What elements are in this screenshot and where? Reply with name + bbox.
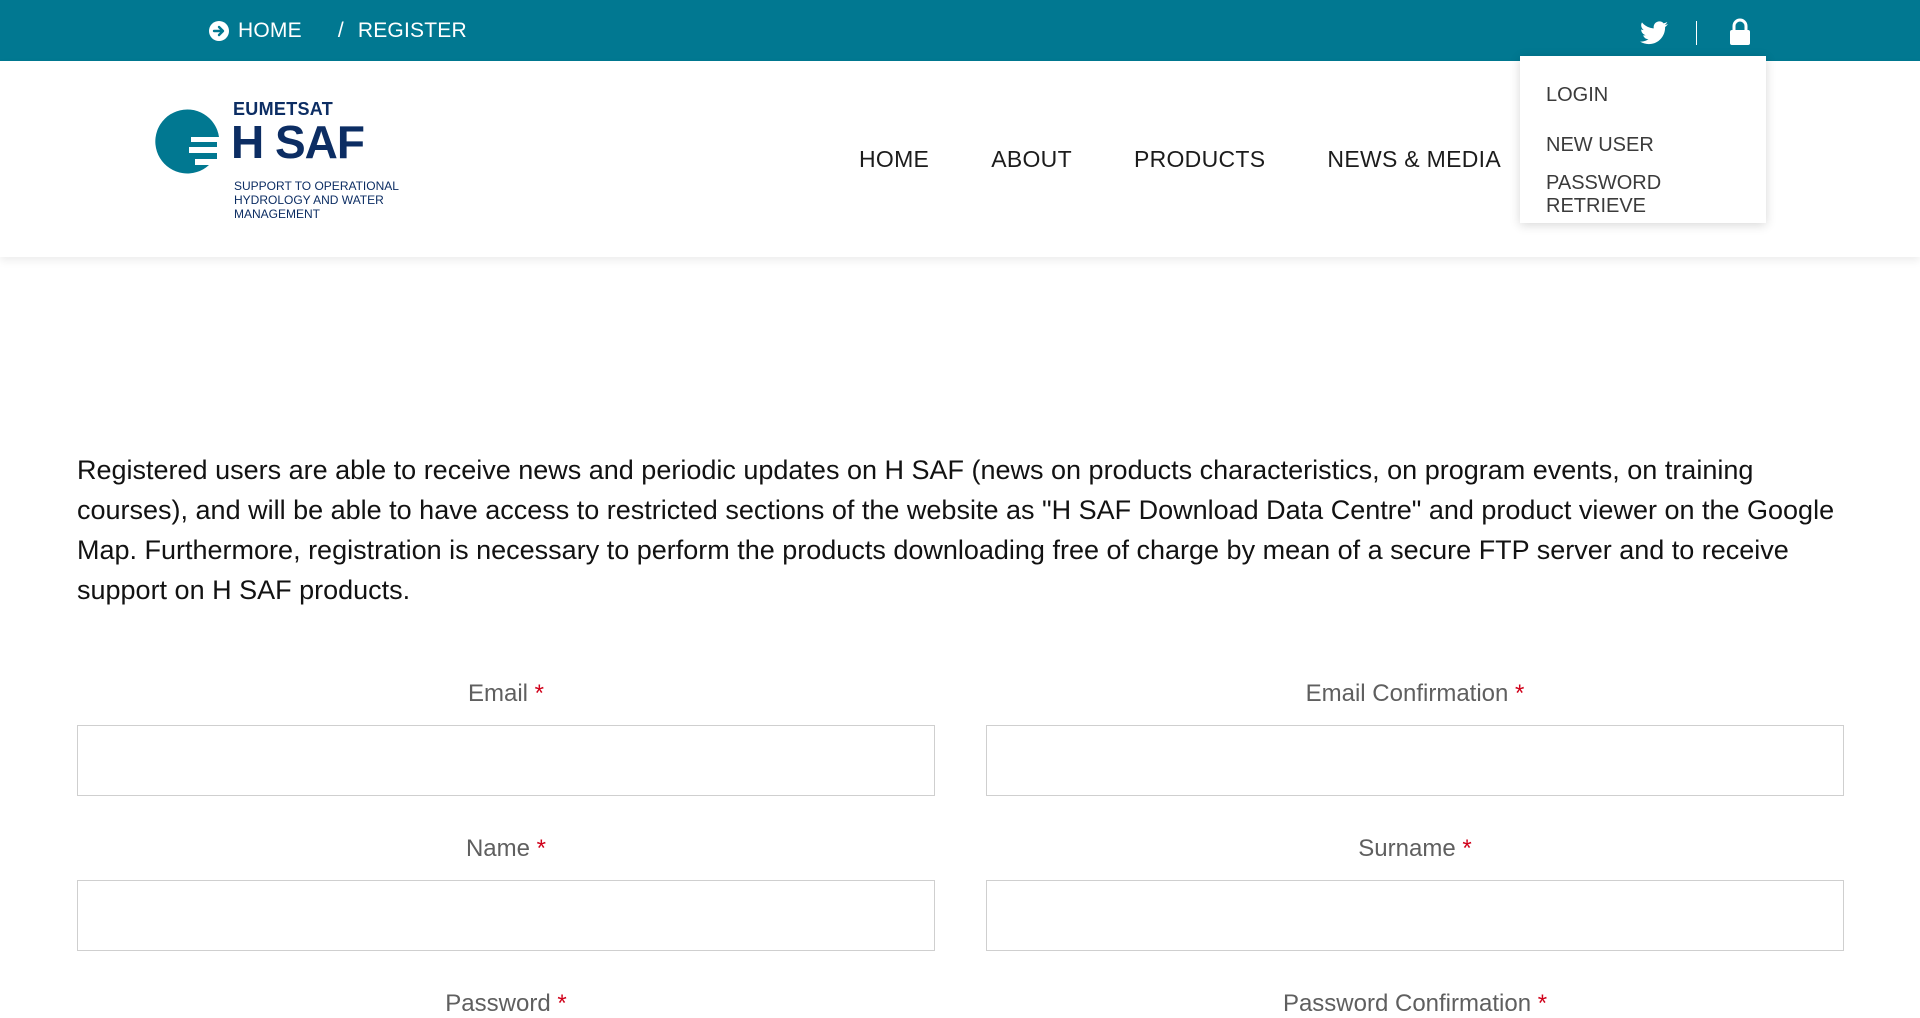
surname-label: Surname * <box>986 835 1844 863</box>
required-mark: * <box>1537 990 1548 1017</box>
name-input[interactable] <box>77 880 935 951</box>
menu-item-login[interactable]: LOGIN <box>1520 70 1766 120</box>
main-nav: HOME ABOUT PRODUCTS NEWS & MEDIA <box>859 61 1563 257</box>
breadcrumb: HOME / REGISTER <box>209 0 467 61</box>
required-mark: * <box>536 835 547 862</box>
email-confirmation-label-text: Email Confirmation <box>1305 680 1509 707</box>
breadcrumb-current: REGISTER <box>357 18 467 42</box>
menu-item-new-user[interactable]: NEW USER <box>1520 120 1766 170</box>
icon-divider <box>1696 20 1697 45</box>
logo-name: H SAF <box>231 116 365 168</box>
top-icons <box>1640 0 1751 61</box>
nav-item-news-media[interactable]: NEWS & MEDIA <box>1327 146 1501 173</box>
arrow-circle-right-icon <box>209 20 229 41</box>
password-confirmation-label: Password Confirmation * <box>986 990 1844 1018</box>
user-dropdown-menu: LOGIN NEW USER PASSWORD RETRIEVE <box>1520 56 1766 223</box>
menu-item-password-retrieve[interactable]: PASSWORD RETRIEVE <box>1520 170 1766 220</box>
email-input[interactable] <box>77 725 935 796</box>
password-confirmation-label-text: Password Confirmation <box>1282 990 1532 1017</box>
registration-intro: Registered users are able to receive new… <box>77 455 1835 605</box>
email-confirmation-input[interactable] <box>986 725 1844 796</box>
top-bar: HOME / REGISTER <box>0 0 1920 61</box>
breadcrumb-separator: / <box>337 18 344 42</box>
required-mark: * <box>1462 835 1472 862</box>
twitter-icon[interactable] <box>1640 20 1668 45</box>
nav-item-products[interactable]: PRODUCTS <box>1134 146 1265 173</box>
password-label-text: Password <box>445 990 551 1017</box>
required-mark: * <box>1515 680 1525 707</box>
surname-input[interactable] <box>986 880 1844 951</box>
email-label-text: Email <box>467 680 528 707</box>
surname-label-text: Surname <box>1358 835 1456 862</box>
lock-icon[interactable] <box>1729 18 1751 46</box>
nav-item-about[interactable]: ABOUT <box>991 146 1072 173</box>
nav-item-home[interactable]: HOME <box>859 146 929 173</box>
name-label-text: Name <box>465 835 530 862</box>
password-label: Password * <box>77 990 935 1018</box>
email-label: Email * <box>77 680 935 708</box>
logo-tagline: SUPPORT TO OPERATIONAL HYDROLOGY AND WAT… <box>234 179 399 221</box>
breadcrumb-home-link[interactable]: HOME <box>238 19 302 43</box>
required-mark: * <box>534 680 545 707</box>
hsaf-logo-mark-icon <box>155 109 219 174</box>
email-confirmation-label: Email Confirmation * <box>986 680 1844 708</box>
name-label: Name * <box>77 835 935 863</box>
required-mark: * <box>557 990 567 1017</box>
hsaf-logo[interactable]: EUMETSAT H SAF SUPPORT TO OPERATIONAL HY… <box>155 99 405 229</box>
